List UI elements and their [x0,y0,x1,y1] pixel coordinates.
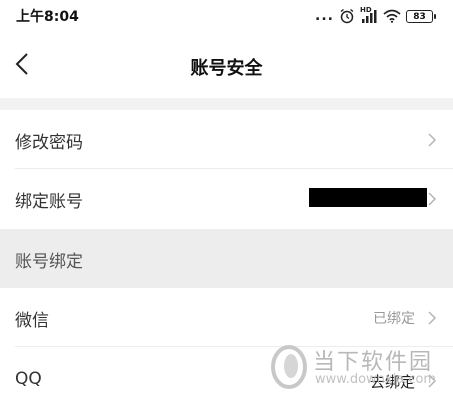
qq-status: 去绑定 [369,373,415,391]
bound-account-label: 绑定账号 [15,192,83,212]
more-dots: ... [315,8,334,24]
wechat-status: 已绑定 [373,311,415,327]
wifi-icon [383,9,401,23]
signal-icon: HD [360,6,378,24]
chevron-right-icon [428,133,437,147]
alarm-icon [340,8,354,24]
wechat-row[interactable]: 微信 已绑定 [0,288,453,347]
status-icons: ... HD 83 [315,6,436,26]
wechat-label: 微信 [15,311,49,331]
change-password-label: 修改密码 [15,133,83,153]
chevron-right-icon [428,374,437,388]
bound-account-row[interactable]: 绑定账号 [0,169,453,228]
account-binding-header: 账号绑定 [0,229,453,288]
account-binding-title: 账号绑定 [15,252,83,272]
status-bar: 上午8:04 ... HD 83 [0,0,453,32]
qq-row[interactable]: QQ 去绑定 [0,347,453,406]
chevron-right-icon [428,192,437,206]
change-password-row[interactable]: 修改密码 [0,110,453,169]
redacted-value [309,188,427,207]
page-title: 账号安全 [190,58,263,79]
battery-icon: 83 [406,9,436,23]
status-time: 上午8:04 [16,9,79,25]
nav-bar: 账号安全 [0,32,453,98]
qq-label: QQ [15,369,42,389]
section-gap [0,98,453,110]
chevron-right-icon [428,311,437,325]
